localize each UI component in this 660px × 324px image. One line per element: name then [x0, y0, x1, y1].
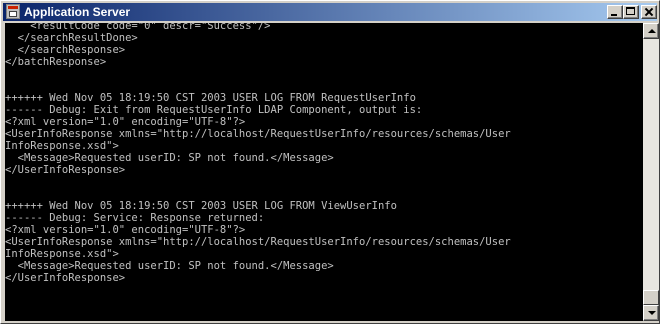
arrow-down-icon	[648, 311, 656, 315]
scrollbar-thumb[interactable]	[643, 290, 659, 305]
console-line: ++++++ Wed Nov 05 18:19:50 CST 2003 USER…	[5, 92, 416, 104]
console-line: InfoResponse.xsd">	[5, 140, 119, 152]
vertical-scrollbar[interactable]	[643, 23, 659, 321]
console-line: <UserInfoResponse xmlns="http://localhos…	[5, 128, 511, 140]
console-line: ------ Debug: Exit from RequestUserInfo …	[5, 104, 423, 116]
console-output[interactable]: <resultCode code="0" descr="Success"/> <…	[5, 23, 643, 321]
close-icon	[644, 7, 654, 17]
console-line: ++++++ Wed Nov 05 18:19:50 CST 2003 USER…	[5, 200, 397, 212]
console-line: </searchResultDone>	[5, 32, 138, 44]
maximize-button[interactable]	[623, 5, 639, 19]
close-button[interactable]	[641, 5, 657, 19]
maximize-icon	[626, 7, 635, 15]
console-line: <resultCode code="0" descr="Success"/>	[5, 23, 271, 32]
scroll-down-button[interactable]	[643, 305, 659, 321]
console-line: ------ Debug: Service: Response returned…	[5, 212, 265, 224]
application-window: Application Server <resultCode code="0" …	[0, 0, 660, 324]
window-title: Application Server	[24, 5, 131, 19]
console-line: </UserInfoResponse>	[5, 164, 126, 176]
console-line: InfoResponse.xsd">	[5, 248, 119, 260]
minimize-button[interactable]	[607, 5, 623, 19]
minimize-icon	[611, 14, 617, 16]
console-line: </searchResponse>	[5, 44, 126, 56]
console-line: <Message>Requested userID: SP not found.…	[5, 260, 334, 272]
title-bar[interactable]: Application Server	[3, 3, 657, 21]
console-line: </UserInfoResponse>	[5, 272, 126, 284]
console-line: <?xml version="1.0" encoding="UTF-8"?>	[5, 224, 246, 236]
application-icon[interactable]	[6, 4, 20, 19]
console-line: </batchResponse>	[5, 56, 107, 68]
console-line: <Message>Requested userID: SP not found.…	[5, 152, 334, 164]
console-line: <?xml version="1.0" encoding="UTF-8"?>	[5, 116, 246, 128]
scroll-up-button[interactable]	[643, 23, 659, 39]
arrow-up-icon	[648, 29, 656, 33]
console-line: <UserInfoResponse xmlns="http://localhos…	[5, 236, 511, 248]
